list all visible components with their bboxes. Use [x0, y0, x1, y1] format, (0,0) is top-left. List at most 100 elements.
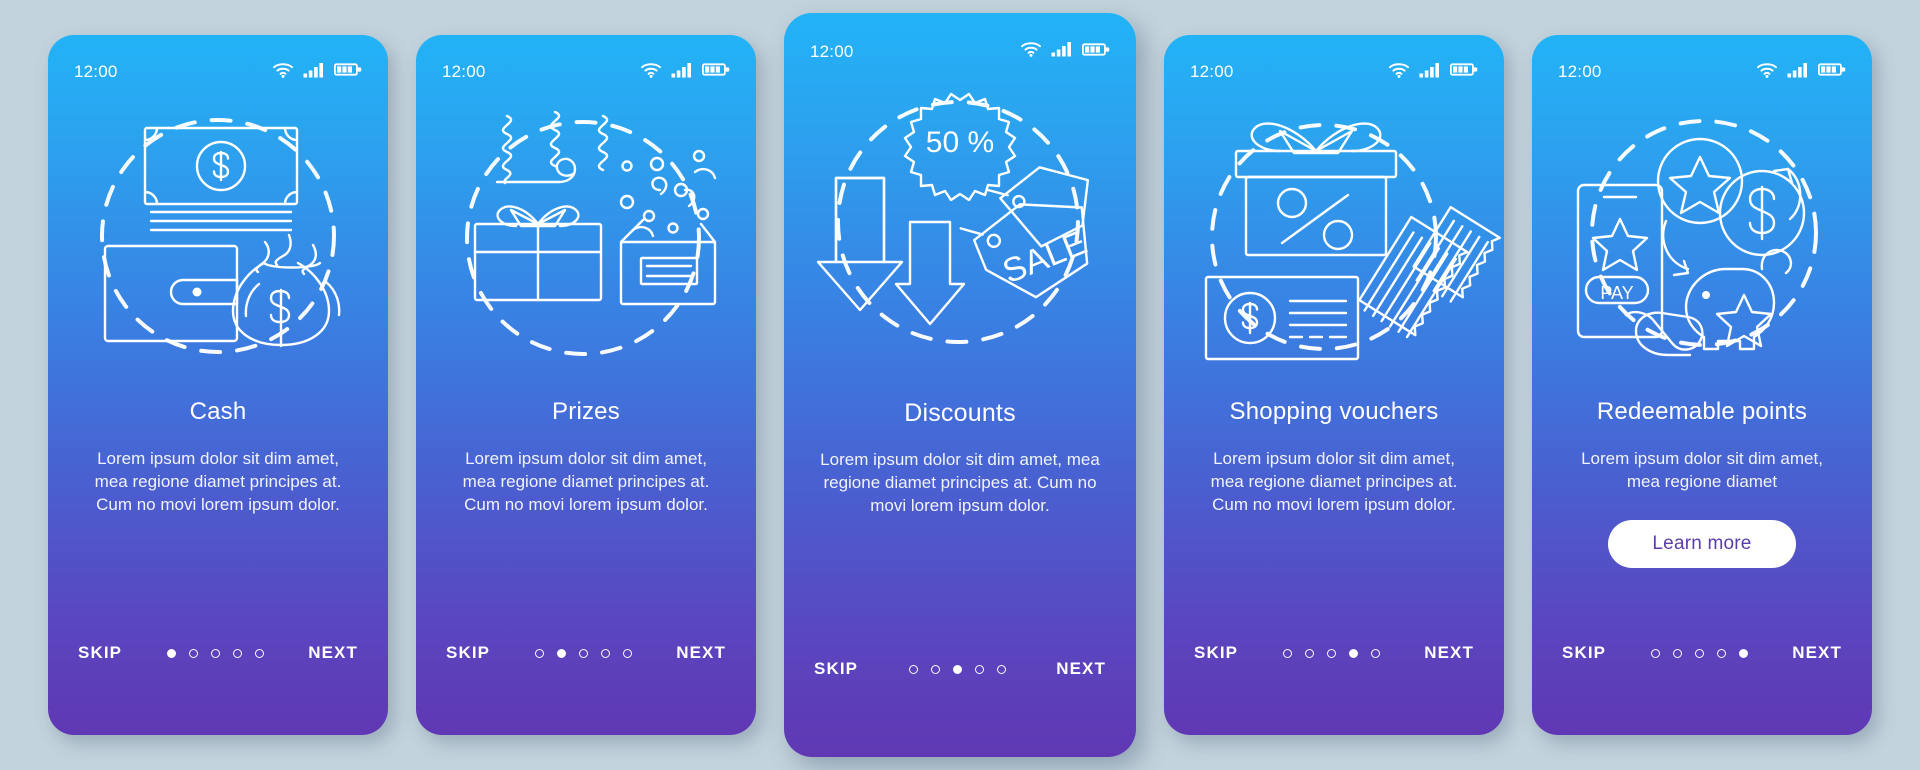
pagination-dot[interactable]	[578, 648, 588, 658]
wifi-icon	[272, 62, 294, 83]
pagination-dot[interactable]	[952, 664, 962, 674]
sale-tag-text: SALE	[997, 223, 1092, 291]
onboarding-footer: SKIP NEXT	[48, 643, 388, 735]
pagination-dot[interactable]	[996, 664, 1006, 674]
onboarding-footer: SKIP NEXT	[1164, 643, 1504, 735]
battery-icon	[333, 62, 362, 82]
next-button[interactable]: NEXT	[676, 643, 726, 663]
pagination-dot[interactable]	[254, 648, 264, 658]
skip-button[interactable]: SKIP	[1562, 643, 1606, 663]
wifi-icon	[1756, 62, 1778, 83]
pagination-dot[interactable]	[1304, 648, 1314, 658]
status-bar-clock: 12:00	[442, 62, 486, 81]
next-button[interactable]: NEXT	[1056, 659, 1106, 679]
onboarding-screen-redeemable-points: 12:00 PAY Redeemable points Lorem ipsum …	[1532, 35, 1872, 735]
screen-description: Lorem ipsum dolor sit dim amet, mea regi…	[1581, 448, 1823, 491]
status-bar-clock: 12:00	[74, 62, 118, 81]
pagination-dot[interactable]	[1716, 648, 1726, 658]
onboarding-screen-discounts: 12:00 50 % SALE Discounts Lorem ipsum do…	[784, 13, 1136, 757]
status-bar-clock: 12:00	[1558, 62, 1602, 81]
status-bar: 12:00	[48, 35, 388, 85]
onboarding-screen-prizes: 12:00 Prizes Lorem ipsum dolor sit dim a…	[416, 35, 756, 735]
pagination-dot[interactable]	[600, 648, 610, 658]
pagination-dot[interactable]	[974, 664, 984, 674]
onboarding-screens-stage: 12:00 Cash Lorem ipsum dolor sit dim ame…	[0, 0, 1920, 770]
cellular-signal-icon	[1051, 41, 1073, 62]
next-button[interactable]: NEXT	[308, 643, 358, 663]
learn-more-button[interactable]: Learn more	[1608, 519, 1796, 568]
screen-description: Lorem ipsum dolor sit dim amet, mea regi…	[820, 450, 1100, 515]
status-bar-icons	[1020, 41, 1110, 62]
pagination-dots	[1650, 648, 1748, 658]
redeemable-points-illustration: PAY	[1576, 119, 1818, 357]
next-button[interactable]: NEXT	[1424, 643, 1474, 663]
pagination-dot[interactable]	[1672, 648, 1682, 658]
cta-wrapper: Learn more	[1532, 494, 1872, 568]
prizes-illustration	[465, 110, 717, 356]
cash-illustration	[100, 117, 341, 354]
pagination-dot[interactable]	[1694, 648, 1704, 658]
screen-description: Lorem ipsum dolor sit dim amet, mea regi…	[94, 448, 342, 514]
cellular-signal-icon	[1787, 62, 1809, 83]
status-bar: 12:00	[1532, 35, 1872, 85]
pagination-dot[interactable]	[534, 648, 544, 658]
screen-description: Lorem ipsum dolor sit dim amet, mea regi…	[1210, 448, 1458, 514]
pagination-dots	[1282, 648, 1380, 658]
screen-title: Shopping vouchers	[1229, 398, 1439, 425]
status-bar-icons	[640, 62, 730, 83]
discounts-illustration: 50 % SALE	[784, 63, 1136, 383]
pagination-dot[interactable]	[1326, 648, 1336, 658]
battery-icon	[1817, 62, 1846, 82]
status-bar: 12:00	[416, 35, 756, 85]
pagination-dot[interactable]	[1370, 648, 1380, 658]
shopping-vouchers-illustration: %	[1164, 85, 1504, 385]
cellular-signal-icon	[303, 62, 325, 83]
screen-description: Lorem ipsum dolor sit dim amet, mea regi…	[462, 448, 710, 514]
status-bar: 12:00	[1164, 35, 1504, 85]
pagination-dot[interactable]	[556, 648, 566, 658]
onboarding-screen-cash: 12:00 Cash Lorem ipsum dolor sit dim ame…	[48, 35, 388, 735]
pagination-dots	[166, 648, 264, 658]
screen-title: Discounts	[904, 399, 1016, 427]
status-bar-icons	[1756, 62, 1846, 83]
pagination-dot[interactable]	[210, 648, 220, 658]
screen-title: Redeemable points	[1596, 398, 1808, 425]
screen-title: Prizes	[552, 398, 620, 425]
onboarding-screen-shopping-vouchers: 12:00 Shopping vouchers Lorem ipsum dolo…	[1164, 35, 1504, 735]
pagination-dot[interactable]	[166, 648, 176, 658]
cellular-signal-icon	[671, 62, 693, 83]
onboarding-footer: SKIP NEXT	[416, 643, 756, 735]
next-button[interactable]: NEXT	[1792, 643, 1842, 663]
status-bar: 12:00	[784, 13, 1136, 63]
pagination-dot[interactable]	[188, 648, 198, 658]
wifi-icon	[1020, 41, 1042, 62]
pagination-dot[interactable]	[622, 648, 632, 658]
skip-button[interactable]: SKIP	[1194, 643, 1238, 663]
prizes-illustration	[416, 85, 756, 385]
pagination-dot[interactable]	[1738, 648, 1748, 658]
skip-button[interactable]: SKIP	[814, 659, 858, 679]
onboarding-footer: SKIP NEXT	[784, 659, 1136, 757]
shopping-vouchers-illustration: %	[1204, 122, 1502, 361]
skip-button[interactable]: SKIP	[446, 643, 490, 663]
battery-icon	[701, 62, 730, 82]
pagination-dot[interactable]	[1348, 648, 1358, 658]
battery-icon	[1449, 62, 1478, 82]
status-bar-clock: 12:00	[810, 41, 854, 61]
redeemable-points-illustration: PAY	[1532, 85, 1872, 385]
battery-icon	[1081, 42, 1110, 62]
pagination-dot[interactable]	[930, 664, 940, 674]
pagination-dot[interactable]	[1650, 648, 1660, 658]
screen-title: Cash	[189, 398, 247, 425]
pagination-dot[interactable]	[1282, 648, 1292, 658]
status-bar-clock: 12:00	[1190, 62, 1234, 81]
pagination-dot[interactable]	[232, 648, 242, 658]
discounts-illustration: 50 % SALE	[816, 92, 1092, 344]
discount-badge-text: 50 %	[926, 126, 994, 159]
wifi-icon	[640, 62, 662, 83]
pagination-dots	[534, 648, 632, 658]
skip-button[interactable]: SKIP	[78, 643, 122, 663]
pay-button-text: PAY	[1600, 283, 1633, 303]
pagination-dot[interactable]	[908, 664, 918, 674]
onboarding-footer: SKIP NEXT	[1532, 643, 1872, 735]
